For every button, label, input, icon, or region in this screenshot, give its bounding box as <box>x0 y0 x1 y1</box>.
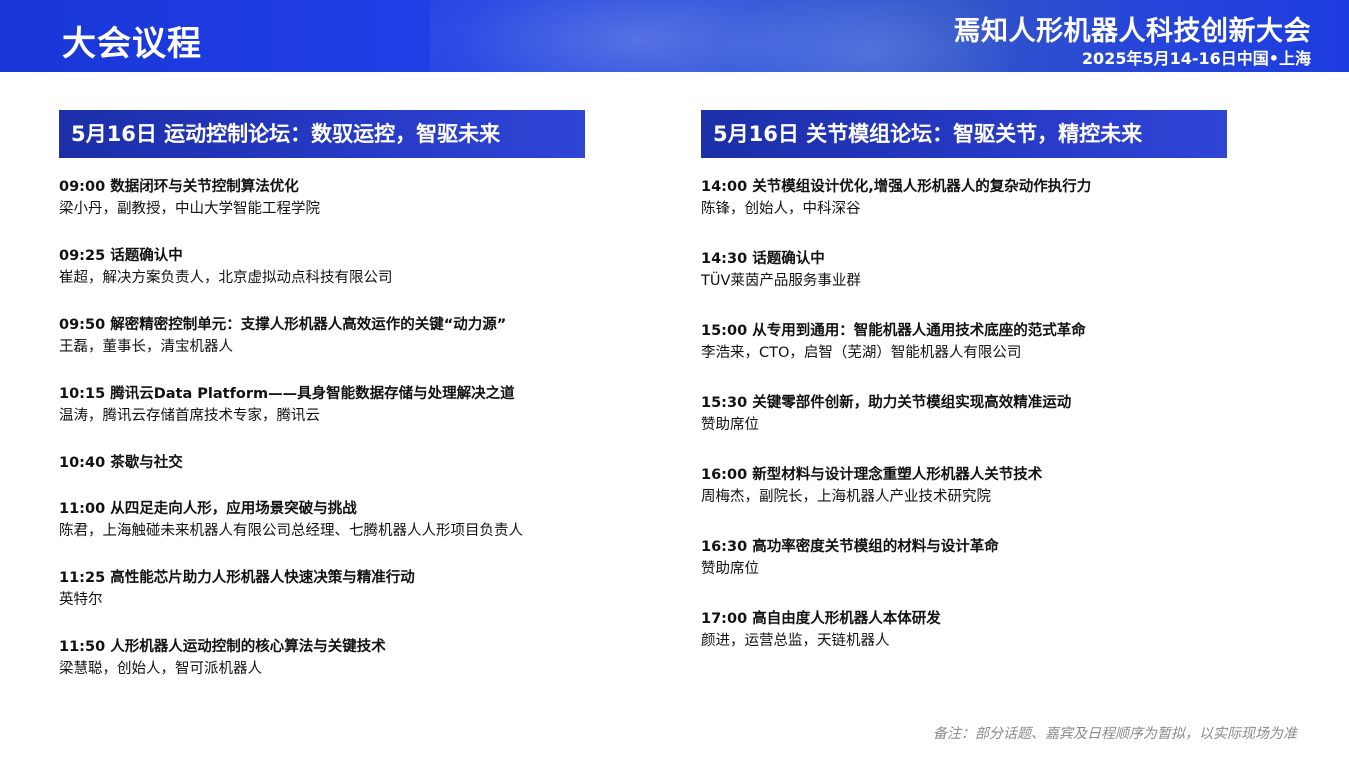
agenda-item-speaker: 赞助席位 <box>701 561 759 577</box>
agenda-item-speaker: 颜进，运营总监，天链机器人 <box>701 633 890 649</box>
agenda-item-title: 11:50 人形机器人运动控制的核心算法与关键技术 <box>59 639 386 655</box>
agenda-item: 11:50 人形机器人运动控制的核心算法与关键技术 梁慧聪，创始人，智可派机器人 <box>59 636 619 705</box>
page-title: 大会议程 <box>62 24 202 64</box>
agenda-item: 14:30 话题确认中 TÜV莱茵产品服务事业群 <box>701 248 1261 320</box>
right-forum-column: 5月16日 关节模组论坛：智驱关节，精控未来 14:00 关节模组设计优化,增强… <box>701 110 1261 680</box>
agenda-item: 11:00 从四足走向人形，应用场景突破与挑战 陈君，上海触碰未来机器人有限公司… <box>59 498 619 567</box>
agenda-item-title: 09:25 话题确认中 <box>59 248 183 264</box>
agenda-item-speaker: 温涛，腾讯云存储首席技术专家，腾讯云 <box>59 408 320 424</box>
forum-title: 5月16日 运动控制论坛：数驭运控，智驱未来 <box>59 110 585 158</box>
header-banner: 大会议程 焉知人形机器人科技创新大会 2025年5月14-16日中国•上海 <box>0 0 1349 72</box>
agenda-item-speaker: 英特尔 <box>59 592 103 608</box>
agenda-item: 09:50 解密精密控制单元：支撑人形机器人高效运作的关键“动力源” 王磊，董事… <box>59 314 619 383</box>
agenda-item-speaker: 赞助席位 <box>701 417 759 433</box>
forum-title: 5月16日 关节模组论坛：智驱关节，精控未来 <box>701 110 1227 158</box>
agenda-item-speaker: 崔超，解决方案负责人，北京虚拟动点科技有限公司 <box>59 270 393 286</box>
agenda-item-speaker: 梁小丹，副教授，中山大学智能工程学院 <box>59 201 320 217</box>
conference-date: 2025年5月14-16日中国•上海 <box>1081 49 1311 68</box>
agenda-item-title: 17:00 高自由度人形机器人本体研发 <box>701 611 941 627</box>
agenda-item-title: 11:25 高性能芯片助力人形机器人快速决策与精准行动 <box>59 570 415 586</box>
agenda-item-title: 10:40 茶歇与社交 <box>59 455 183 471</box>
agenda-item-speaker: 梁慧聪，创始人，智可派机器人 <box>59 661 262 677</box>
left-forum-column: 5月16日 运动控制论坛：数驭运控，智驱未来 09:00 数据闭环与关节控制算法… <box>59 110 619 705</box>
agenda-item: 11:25 高性能芯片助力人形机器人快速决策与精准行动 英特尔 <box>59 567 619 636</box>
agenda-item: 15:00 从专用到通用：智能机器人通用技术底座的范式革命 李浩来，CTO，启智… <box>701 320 1261 392</box>
agenda-item-speaker: 周梅杰，副院长，上海机器人产业技术研究院 <box>701 489 991 505</box>
agenda-item: 17:00 高自由度人形机器人本体研发 颜进，运营总监，天链机器人 <box>701 608 1261 680</box>
agenda-item-speaker: 陈君，上海触碰未来机器人有限公司总经理、七腾机器人人形项目负责人 <box>59 523 523 539</box>
agenda-item-title: 09:50 解密精密控制单元：支撑人形机器人高效运作的关键“动力源” <box>59 317 507 333</box>
agenda-item-speaker: TÜV莱茵产品服务事业群 <box>701 273 861 289</box>
agenda-list: 09:00 数据闭环与关节控制算法优化 梁小丹，副教授，中山大学智能工程学院 0… <box>59 176 619 705</box>
conference-name: 焉知人形机器人科技创新大会 <box>953 16 1311 47</box>
agenda-item-title: 16:30 高功率密度关节模组的材料与设计革命 <box>701 539 999 555</box>
agenda-item-title: 16:00 新型材料与设计理念重塑人形机器人关节技术 <box>701 467 1043 483</box>
agenda-item: 16:30 高功率密度关节模组的材料与设计革命 赞助席位 <box>701 536 1261 608</box>
agenda-item-speaker: 王磊，董事长，清宝机器人 <box>59 339 233 355</box>
footnote: 备注：部分话题、嘉宾及日程顺序为暂拟，以实际现场为准 <box>933 726 1297 742</box>
agenda-item-title: 14:00 关节模组设计优化,增强人形机器人的复杂动作执行力 <box>701 179 1092 195</box>
agenda-item-speaker: 李浩来，CTO，启智（芜湖）智能机器人有限公司 <box>701 345 1022 361</box>
agenda-item: 16:00 新型材料与设计理念重塑人形机器人关节技术 周梅杰，副院长，上海机器人… <box>701 464 1261 536</box>
agenda-item: 09:25 话题确认中 崔超，解决方案负责人，北京虚拟动点科技有限公司 <box>59 245 619 314</box>
agenda-item-speaker: 陈锋，创始人，中科深谷 <box>701 201 861 217</box>
agenda-item-title: 15:00 从专用到通用：智能机器人通用技术底座的范式革命 <box>701 323 1086 339</box>
agenda-item: 15:30 关键零部件创新，助力关节模组实现高效精准运动 赞助席位 <box>701 392 1261 464</box>
agenda-item: 14:00 关节模组设计优化,增强人形机器人的复杂动作执行力 陈锋，创始人，中科… <box>701 176 1261 248</box>
agenda-item-title: 14:30 话题确认中 <box>701 251 825 267</box>
agenda-item-title: 09:00 数据闭环与关节控制算法优化 <box>59 179 299 195</box>
agenda-item: 10:15 腾讯云Data Platform——具身智能数据存储与处理解决之道 … <box>59 383 619 452</box>
agenda-item-title: 11:00 从四足走向人形，应用场景突破与挑战 <box>59 501 357 517</box>
agenda-list: 14:00 关节模组设计优化,增强人形机器人的复杂动作执行力 陈锋，创始人，中科… <box>701 176 1261 680</box>
agenda-item-title: 15:30 关键零部件创新，助力关节模组实现高效精准运动 <box>701 395 1072 411</box>
agenda-item-title: 10:15 腾讯云Data Platform——具身智能数据存储与处理解决之道 <box>59 386 515 402</box>
agenda-item: 10:40 茶歇与社交 <box>59 452 619 498</box>
agenda-item: 09:00 数据闭环与关节控制算法优化 梁小丹，副教授，中山大学智能工程学院 <box>59 176 619 245</box>
